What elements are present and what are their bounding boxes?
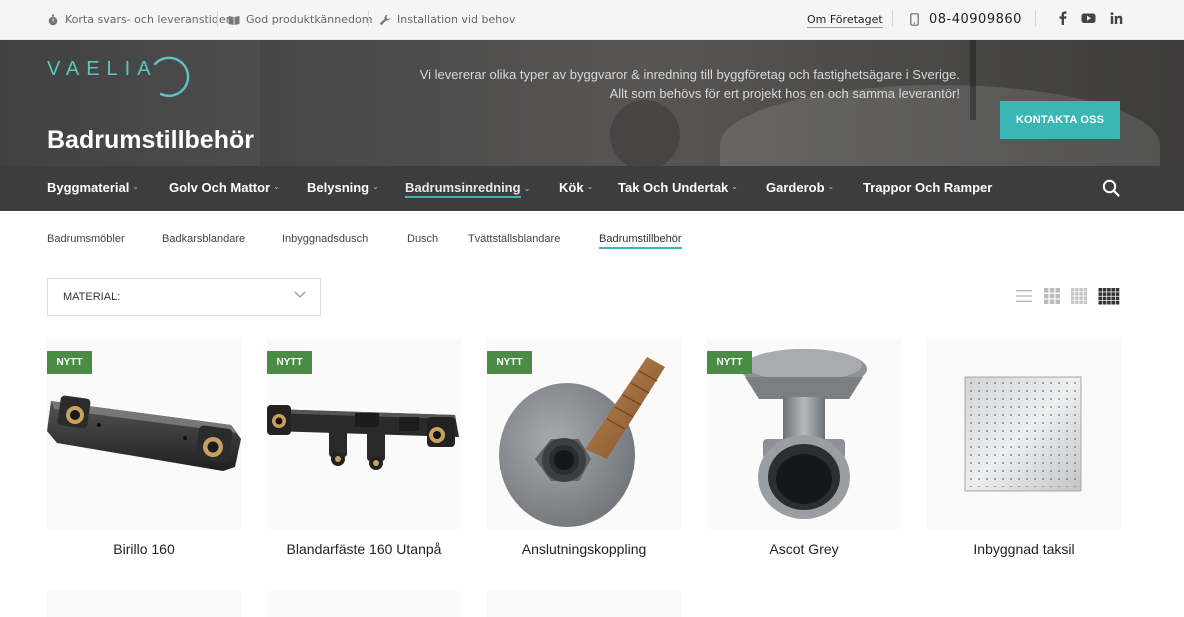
subnav-item-badrumsmobler[interactable]: Badrumsmöbler <box>47 233 125 245</box>
page-title: Badrumstillbehör <box>47 126 254 154</box>
divider <box>217 11 218 27</box>
nav-label: Badrumsinredning <box>405 180 521 198</box>
nav-item-tak-och-undertak[interactable]: Tak Och Undertak ⌄ <box>618 180 738 195</box>
top-bar: Korta svars- och leveranstiden God produ… <box>0 0 1184 40</box>
nav-label: Garderob <box>766 180 825 195</box>
chevron-down-icon: ⌄ <box>372 182 379 191</box>
nav-label: Belysning <box>307 180 370 195</box>
nav-label: Golv Och Mattor <box>169 180 271 195</box>
tagline-line: Allt som behövs för ert projekt hos en o… <box>609 86 960 101</box>
filter-label: MATERIAL: <box>63 291 121 303</box>
hero-banner: VAELIA Badrumstillbehör Vi levererar oli… <box>0 40 1184 166</box>
new-badge: NYTT <box>267 351 312 374</box>
product-name[interactable]: Inbyggnad taksil <box>917 541 1131 557</box>
nav-item-golv-och-mattor[interactable]: Golv Och Mattor ⌄ <box>169 180 280 195</box>
product-image-inbyggnad-taksil <box>964 376 1082 492</box>
stopwatch-icon <box>48 14 58 25</box>
divider <box>1035 11 1036 27</box>
product-card-placeholder <box>47 591 241 617</box>
product-card[interactable]: NYTT Birillo 160 <box>47 339 241 564</box>
social-links <box>1058 11 1123 25</box>
book-icon <box>228 15 240 25</box>
feature-label: God produktkännedom <box>246 13 373 26</box>
grid-5-view-icon[interactable] <box>1098 287 1120 305</box>
feature-product-knowledge: God produktkännedom <box>228 13 372 26</box>
main-nav: Byggmaterial ⌄ Golv Och Mattor ⌄ Belysning… <box>0 166 1184 211</box>
product-card-placeholder <box>267 591 461 617</box>
nav-item-garderob[interactable]: Garderob ⌄ <box>766 180 834 195</box>
chevron-down-icon: ⌄ <box>731 182 738 191</box>
wrench-icon <box>379 14 391 25</box>
chevron-down-icon <box>294 291 306 298</box>
grid-4-view-icon[interactable] <box>1070 287 1088 305</box>
nav-label: Trappor Och Ramper <box>863 180 993 195</box>
feature-label: Korta svars- och leveranstiden <box>65 13 233 26</box>
search-icon[interactable] <box>1102 179 1120 197</box>
contact-button[interactable]: KONTAKTA OSS <box>1000 101 1120 139</box>
subnav-item-badrumstillbehor[interactable]: Badrumstillbehör <box>599 233 682 249</box>
nav-item-belysning[interactable]: Belysning ⌄ <box>307 180 379 195</box>
product-card[interactable]: NYTT Ascot Grey <box>707 339 901 564</box>
divider <box>892 11 893 27</box>
list-view-icon[interactable] <box>1015 287 1033 305</box>
tagline-line: Vi levererar olika typer av byggvaror & … <box>419 67 960 82</box>
nav-label: Byggmaterial <box>47 180 130 195</box>
subnav-item-badkarsblandare[interactable]: Badkarsblandare <box>162 233 245 245</box>
nav-item-kok[interactable]: Kök ⌄ <box>559 180 593 195</box>
divider <box>368 11 369 27</box>
logo-text: VAELIA <box>47 58 158 80</box>
subnav-item-dusch[interactable]: Dusch <box>407 233 438 245</box>
product-card[interactable]: NYTT Anslutningskoppling <box>487 339 681 564</box>
product-name[interactable]: Blandarfäste 160 Utanpå <box>257 541 471 557</box>
product-card[interactable]: NYTT Blandarfäste 160 Utanpå <box>267 339 461 564</box>
facebook-icon[interactable] <box>1058 11 1067 25</box>
product-image[interactable] <box>927 339 1121 529</box>
phone-icon <box>910 13 919 26</box>
nav-item-trappor-och-ramper[interactable]: Trappor Och Ramper <box>863 180 992 195</box>
subnav-item-inbyggnadsdusch[interactable]: Inbyggnadsdusch <box>282 233 368 245</box>
material-filter-select[interactable]: MATERIAL: <box>47 278 321 316</box>
product-name[interactable]: Ascot Grey <box>697 541 911 557</box>
product-card[interactable]: Inbyggnad taksil <box>927 339 1121 564</box>
phone-text: 08-40909860 <box>929 12 1022 27</box>
youtube-icon[interactable] <box>1081 11 1096 25</box>
feature-installation: Installation vid behov <box>379 13 515 26</box>
about-link[interactable]: Om Företaget <box>807 13 883 28</box>
chevron-down-icon: ⌄ <box>273 182 280 191</box>
new-badge: NYTT <box>47 351 92 374</box>
nav-item-byggmaterial[interactable]: Byggmaterial ⌄ <box>47 180 139 195</box>
new-badge: NYTT <box>707 351 752 374</box>
chevron-down-icon: ⌄ <box>586 182 594 191</box>
product-name[interactable]: Birillo 160 <box>37 541 251 557</box>
new-badge: NYTT <box>487 351 532 374</box>
subnav-item-tvattstallsblandare[interactable]: Tvättställsblandare <box>468 233 560 245</box>
nav-label: Kök <box>559 180 584 195</box>
logo-ring-icon <box>153 56 190 97</box>
feature-label: Installation vid behov <box>397 13 516 26</box>
nav-label: Tak Och Undertak <box>618 180 729 195</box>
product-card-placeholder <box>487 591 681 617</box>
feature-response-time: Korta svars- och leveranstiden <box>47 13 233 26</box>
tagline: Vi levererar olika typer av byggvaror & … <box>420 65 960 103</box>
chevron-down-icon: ⌄ <box>827 182 835 191</box>
product-name[interactable]: Anslutningskoppling <box>477 541 691 557</box>
hero-background <box>970 40 976 120</box>
linkedin-icon[interactable] <box>1110 11 1123 25</box>
hero-background <box>610 100 680 166</box>
phone-number[interactable]: 08-40909860 <box>910 12 1022 27</box>
chevron-down-icon: ⌄ <box>132 182 140 191</box>
chevron-down-icon: ⌄ <box>523 183 531 193</box>
logo[interactable]: VAELIA <box>47 56 190 97</box>
grid-3-view-icon[interactable] <box>1043 287 1061 305</box>
nav-item-badrumsinredning[interactable]: Badrumsinredning ⌄ <box>405 180 530 198</box>
